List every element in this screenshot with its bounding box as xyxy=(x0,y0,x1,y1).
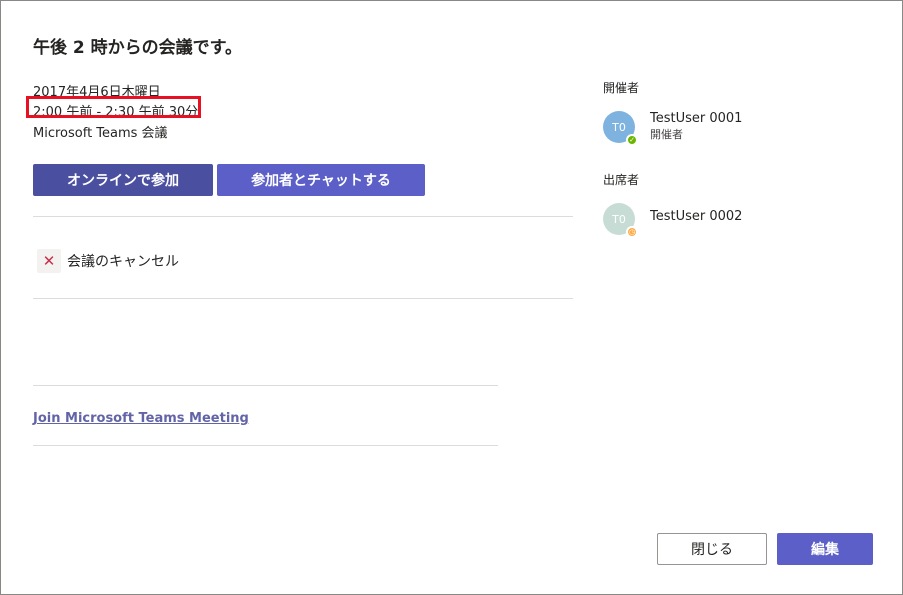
cancel-meeting-label: 会議のキャンセル xyxy=(67,254,179,270)
avatar-initials: T0 xyxy=(612,212,626,226)
join-online-button[interactable]: オンラインで参加 xyxy=(33,164,213,196)
chat-participants-button[interactable]: 参加者とチャットする xyxy=(217,164,425,196)
attendee-name: TestUser 0002 xyxy=(650,209,743,224)
organizer-section-label: 開催者 xyxy=(603,81,640,95)
organizer-person[interactable]: T0 ✓ TestUser 0001 開催者 xyxy=(603,111,743,146)
divider xyxy=(33,298,573,299)
avatar: T0 ◷ xyxy=(603,203,638,238)
available-status-icon: ✓ xyxy=(626,134,638,146)
close-button[interactable]: 閉じる xyxy=(657,533,767,565)
close-icon: ✕ xyxy=(37,249,61,273)
cancel-meeting-action[interactable]: ✕ 会議のキャンセル xyxy=(37,249,179,273)
meeting-details-dialog: 午後 2 時からの会議です。 2017年4月6日木曜日 2:00 午前 - 2:… xyxy=(0,0,903,595)
avatar: T0 ✓ xyxy=(603,111,638,146)
edit-button[interactable]: 編集 xyxy=(777,533,873,565)
divider xyxy=(33,445,498,446)
time-highlight-box xyxy=(26,96,201,118)
meeting-type: Microsoft Teams 会議 xyxy=(33,126,168,141)
organizer-name: TestUser 0001 xyxy=(650,111,743,126)
divider xyxy=(33,216,573,217)
divider xyxy=(33,385,498,386)
join-teams-meeting-link[interactable]: Join Microsoft Teams Meeting xyxy=(33,411,249,426)
away-status-icon: ◷ xyxy=(626,226,638,238)
organizer-role: 開催者 xyxy=(650,128,683,141)
attendee-person[interactable]: T0 ◷ TestUser 0002 xyxy=(603,203,743,238)
meeting-title: 午後 2 時からの会議です。 xyxy=(33,38,242,58)
avatar-initials: T0 xyxy=(612,120,626,134)
attendees-section-label: 出席者 xyxy=(603,173,640,187)
